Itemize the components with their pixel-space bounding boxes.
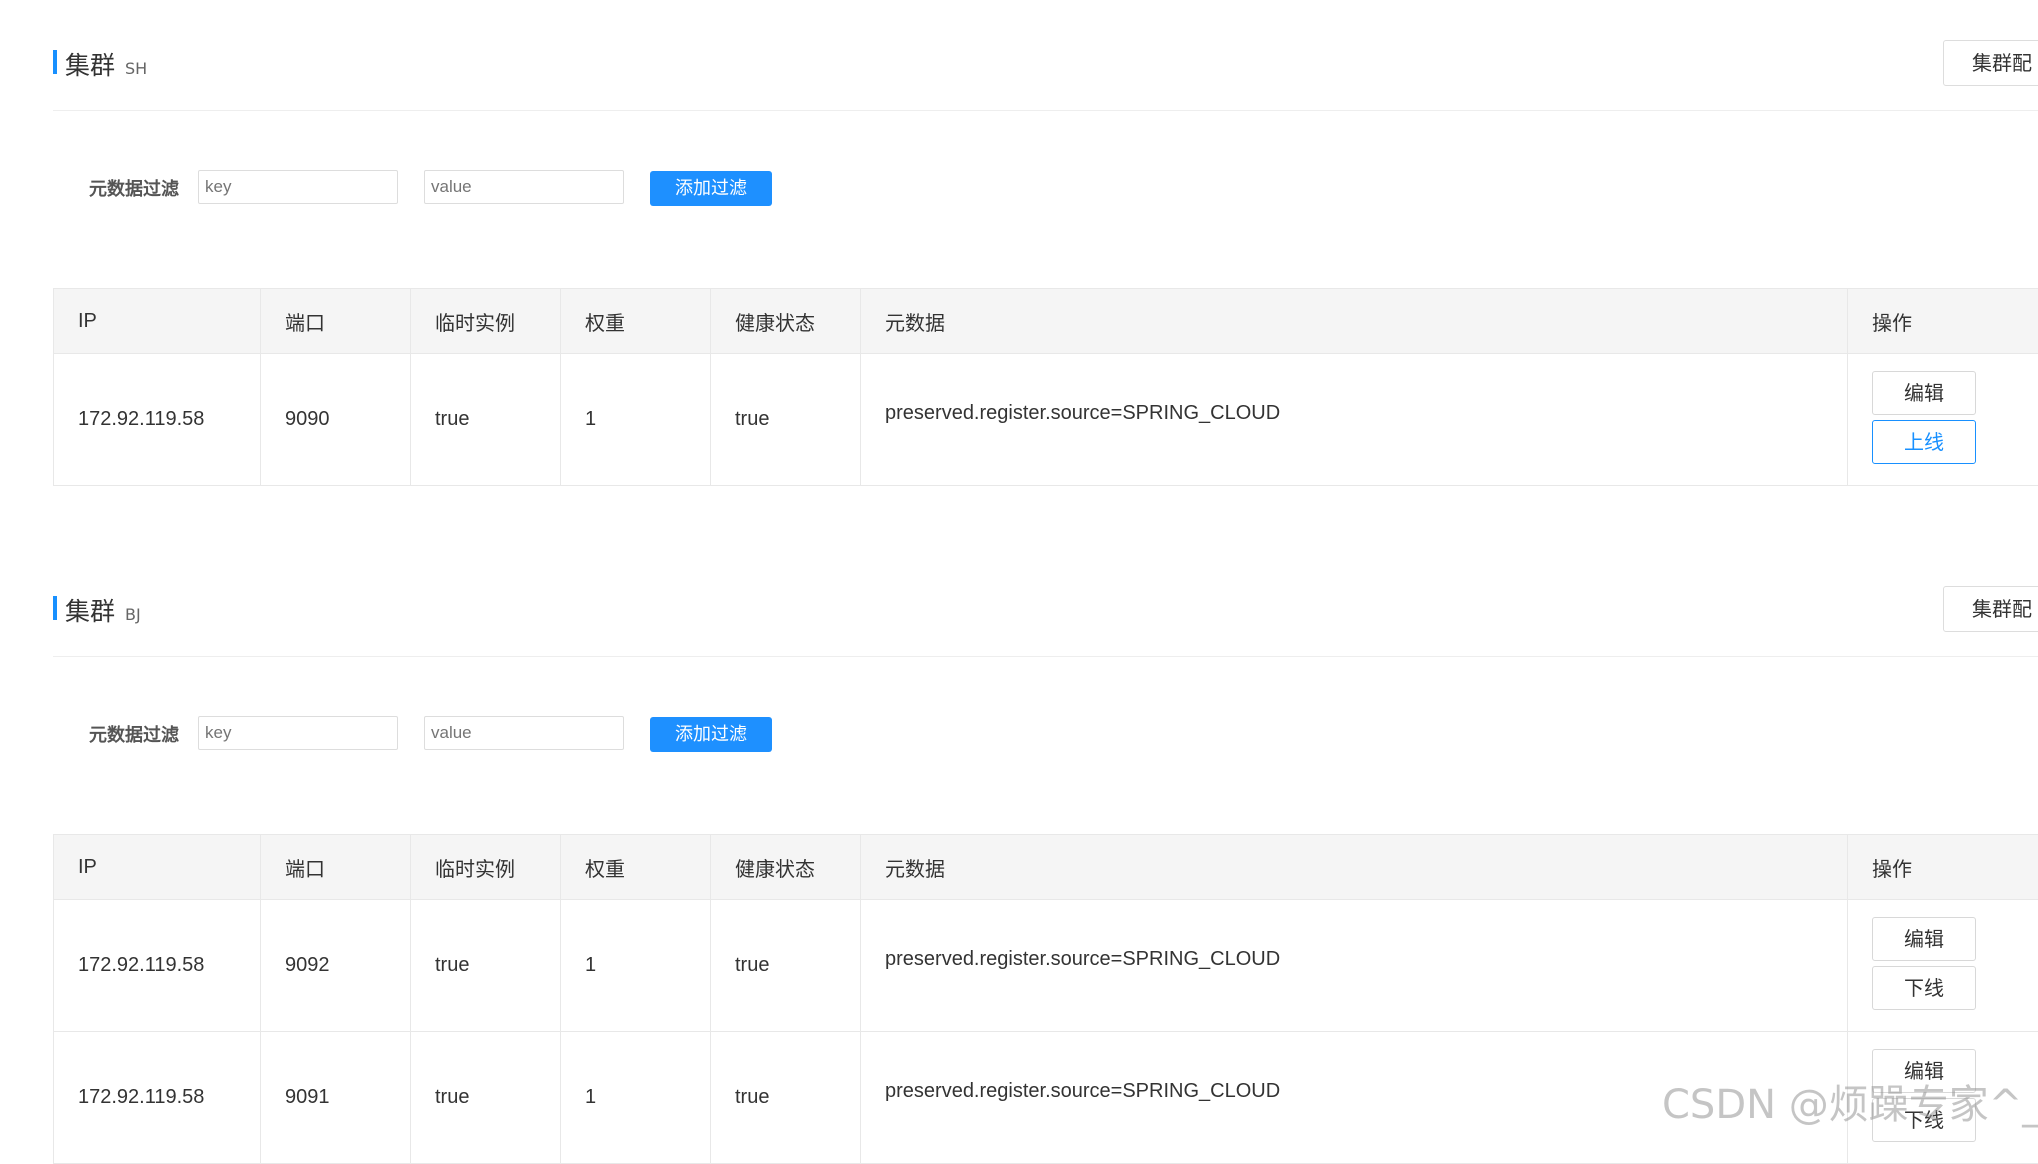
cell-health: true (711, 354, 861, 486)
add-filter-button[interactable]: 添加过滤 (650, 171, 772, 206)
cell-ephemeral: true (411, 1032, 561, 1164)
table-row: 172.92.119.58 9090 true 1 true preserved… (54, 354, 2038, 486)
col-header-metadata: 元数据 (861, 289, 1848, 354)
cell-actions: 编辑 上线 (1848, 354, 2038, 486)
filter-value-input[interactable] (424, 170, 624, 204)
col-header-metadata: 元数据 (861, 835, 1848, 900)
table-header-row: IP 端口 临时实例 权重 健康状态 元数据 操作 (54, 835, 2038, 900)
cell-ip: 172.92.119.58 (54, 1032, 261, 1164)
cell-ip: 172.92.119.58 (54, 900, 261, 1032)
watermark: CSDN @烦躁专家^_^ (1662, 1072, 2038, 1130)
col-header-port: 端口 (261, 289, 411, 354)
metadata-filter-label: 元数据过滤 (89, 721, 179, 747)
edit-button[interactable]: 编辑 (1872, 917, 1976, 961)
col-header-ephemeral: 临时实例 (411, 835, 561, 900)
col-header-health: 健康状态 (711, 835, 861, 900)
instance-table: IP 端口 临时实例 权重 健康状态 元数据 操作 172.92.119.58 … (53, 288, 2038, 486)
cluster-title: 集群BJ (65, 592, 141, 628)
cell-weight: 1 (561, 354, 711, 486)
col-header-port: 端口 (261, 835, 411, 900)
cluster-name: BJ (125, 605, 141, 624)
cell-ip: 172.92.119.58 (54, 354, 261, 486)
cell-ephemeral: true (411, 354, 561, 486)
col-header-ephemeral: 临时实例 (411, 289, 561, 354)
cell-actions: 编辑 下线 (1848, 900, 2038, 1032)
cell-metadata: preserved.register.source=SPRING_CLOUD (861, 900, 1848, 1032)
cell-ephemeral: true (411, 900, 561, 1032)
cell-health: true (711, 900, 861, 1032)
add-filter-button[interactable]: 添加过滤 (650, 717, 772, 752)
table-row: 172.92.119.58 9092 true 1 true preserved… (54, 900, 2038, 1032)
edit-button[interactable]: 编辑 (1872, 371, 1976, 415)
cell-health: true (711, 1032, 861, 1164)
col-header-ip: IP (54, 289, 261, 354)
table-header-row: IP 端口 临时实例 权重 健康状态 元数据 操作 (54, 289, 2038, 354)
col-header-actions: 操作 (1848, 289, 2038, 354)
metadata-filter-label: 元数据过滤 (89, 175, 179, 201)
offline-button[interactable]: 下线 (1872, 966, 1976, 1010)
cell-port: 9090 (261, 354, 411, 486)
cell-weight: 1 (561, 1032, 711, 1164)
col-header-weight: 权重 (561, 289, 711, 354)
divider (53, 110, 2038, 111)
filter-key-input[interactable] (198, 170, 398, 204)
divider (53, 656, 2038, 657)
filter-key-input[interactable] (198, 716, 398, 750)
cell-port: 9091 (261, 1032, 411, 1164)
cell-metadata: preserved.register.source=SPRING_CLOUD (861, 354, 1848, 486)
cell-weight: 1 (561, 900, 711, 1032)
cluster-title: 集群SH (65, 46, 147, 82)
filter-value-input[interactable] (424, 716, 624, 750)
col-header-actions: 操作 (1848, 835, 2038, 900)
title-accent-bar (53, 596, 57, 620)
cluster-config-button[interactable]: 集群配 (1943, 40, 2038, 86)
online-button[interactable]: 上线 (1872, 420, 1976, 464)
cluster-config-button[interactable]: 集群配 (1943, 586, 2038, 632)
title-accent-bar (53, 50, 57, 74)
col-header-health: 健康状态 (711, 289, 861, 354)
cluster-name: SH (125, 59, 147, 78)
cell-port: 9092 (261, 900, 411, 1032)
col-header-weight: 权重 (561, 835, 711, 900)
col-header-ip: IP (54, 835, 261, 900)
